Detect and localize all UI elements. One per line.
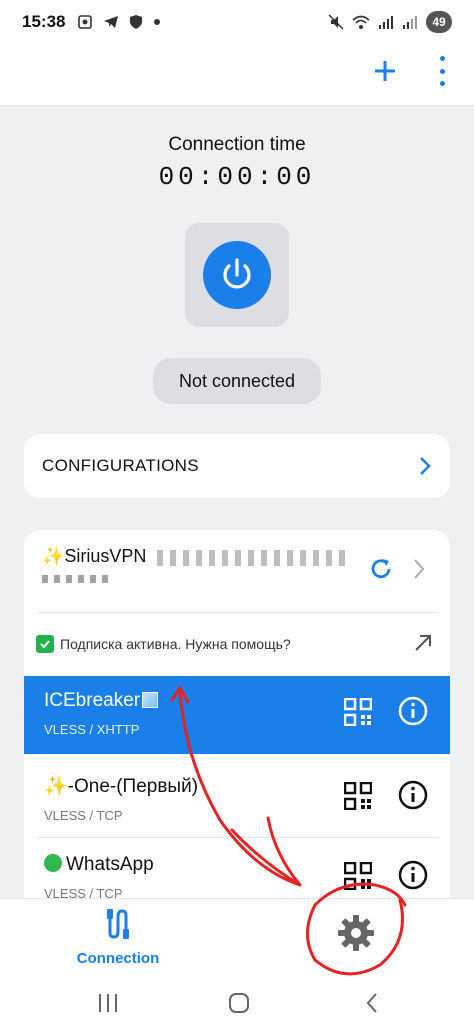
signal-icon-2 [403, 16, 417, 29]
connection-status-badge: Not connected [153, 358, 321, 404]
nav-label-connection: Connection [76, 950, 160, 967]
server-protocol: VLESS / TCP [44, 808, 123, 823]
green-circle-icon [44, 854, 62, 872]
screenshot-icon [78, 15, 93, 29]
info-icon[interactable] [398, 860, 428, 890]
telegram-icon [104, 16, 119, 28]
server-item-icebreaker[interactable]: ICEbreaker VLESS / XHTTP [24, 676, 450, 754]
system-navigation-bar [0, 982, 474, 1026]
check-icon [36, 635, 54, 653]
server-name: WhatsApp [66, 854, 154, 875]
battery-indicator: 49 [426, 11, 452, 33]
more-dot [439, 56, 445, 61]
server-protocol: VLESS / XHTTP [44, 722, 140, 737]
server-name-row: WhatsApp [44, 854, 430, 876]
more-dot [439, 68, 445, 74]
subscription-notice[interactable]: Подписка активна. Нужна помощь? [24, 614, 450, 674]
dot-icon [154, 19, 161, 25]
server-name-row: ICEbreaker [44, 690, 450, 712]
recent-apps-icon[interactable] [96, 992, 120, 1014]
add-config-button[interactable] [368, 54, 402, 88]
redacted-text [42, 575, 112, 583]
wifi-icon [352, 15, 370, 29]
subscription-row[interactable]: ✨SiriusVPN [24, 530, 450, 612]
qr-code-icon[interactable] [344, 862, 372, 890]
connection-plug-icon [107, 909, 129, 939]
connection-time-value: 00:00:00 [158, 162, 316, 192]
status-bar: 15:38 49 [0, 0, 474, 44]
gear-icon [338, 915, 374, 951]
plus-icon [375, 61, 395, 81]
mute-icon [328, 14, 344, 30]
more-options-button[interactable] [432, 56, 452, 86]
power-button[interactable] [203, 241, 271, 309]
divider [38, 612, 438, 613]
info-icon[interactable] [398, 696, 428, 726]
server-item-one[interactable]: ✨-One-(Первый) VLESS / TCP [24, 760, 450, 838]
chevron-right-icon [420, 457, 431, 475]
subscription-notice-text: Подписка активна. Нужна помощь? [60, 636, 291, 652]
signal-icon [379, 16, 393, 29]
server-name: ICEbreaker [44, 690, 141, 711]
nav-item-settings[interactable] [336, 913, 376, 958]
configurations-label: CONFIGURATIONS [42, 456, 199, 475]
bottom-navigation: Connection [0, 898, 474, 982]
configurations-button[interactable]: CONFIGURATIONS [24, 434, 450, 498]
info-icon[interactable] [398, 780, 428, 810]
refresh-icon[interactable] [368, 556, 394, 582]
more-dot [439, 81, 445, 86]
app-bar [0, 44, 474, 106]
subscription-name: ✨SiriusVPN [42, 546, 147, 566]
qr-code-icon[interactable] [344, 698, 372, 726]
qr-code-icon[interactable] [344, 782, 372, 810]
divider [38, 837, 438, 838]
status-time: 15:38 [22, 12, 66, 31]
server-list-card: ✨SiriusVPN Подписка активна. Нужна помощ… [24, 530, 450, 910]
redacted-text [156, 549, 347, 566]
connection-time-label: Connection time [168, 134, 306, 155]
nav-item-connection[interactable]: Connection [72, 907, 164, 967]
back-icon[interactable] [364, 992, 380, 1014]
power-button-container [185, 223, 289, 327]
home-icon[interactable] [228, 992, 250, 1014]
power-icon [223, 258, 251, 289]
notification-icons [77, 14, 161, 30]
ice-cube-icon [142, 692, 159, 708]
external-link-icon[interactable] [412, 632, 434, 654]
chevron-right-icon[interactable] [412, 558, 426, 580]
shield-icon [130, 15, 143, 29]
server-name: ✨-One-(Первый) [44, 776, 199, 797]
system-icons: 49 [328, 11, 452, 33]
